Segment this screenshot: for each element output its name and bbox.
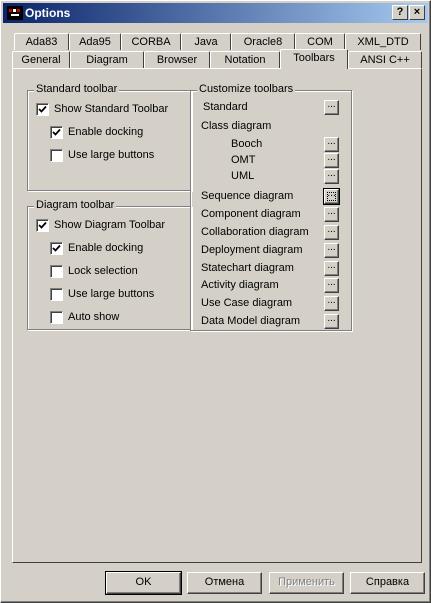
standard-toolbar-group: Standard toolbar Show Standard Toolbar E… [27,83,192,191]
component-row-label: Component diagram [201,208,301,220]
tab-toolbars[interactable]: Toolbars [280,49,348,69]
diagram-enable-docking-checkbox[interactable] [50,242,63,255]
apply-button[interactable]: Применить [269,572,344,594]
checkmark-icon [38,221,47,229]
class-diagram-label: Class diagram [201,120,272,132]
customize-toolbars-title: Customize toolbars [197,83,296,95]
tab-browser[interactable]: Browser [144,51,210,68]
cancel-button[interactable]: Отмена [187,572,262,594]
help-title-button[interactable]: ? [392,5,408,20]
customize-omt-button[interactable]: ... [324,153,339,168]
auto-show-checkbox[interactable] [50,311,63,324]
customize-toolbars-group: Customize toolbars Standard ... Class di… [190,83,352,331]
customize-uml-button[interactable]: ... [324,169,339,184]
standard-enable-docking-label: Enable docking [68,126,144,138]
tab-notation[interactable]: Notation [210,51,280,68]
tab-corba[interactable]: CORBA [121,33,181,50]
tab-diagram[interactable]: Diagram [70,51,144,68]
lock-selection-label: Lock selection [68,265,138,277]
checkmark-icon [38,105,47,113]
customize-booch-button[interactable]: ... [324,137,339,152]
datamodel-row-label: Data Model diagram [201,315,301,327]
diagram-toolbar-group: Diagram toolbar Show Diagram Toolbar Ena… [27,199,192,330]
customize-component-button[interactable]: ... [324,207,339,222]
tab-ada95[interactable]: Ada95 [69,33,121,50]
customize-statechart-button[interactable]: ... [324,261,339,276]
diagram-toolbar-title: Diagram toolbar [34,199,117,211]
show-diagram-toolbar-checkbox[interactable] [36,219,49,232]
uml-row-label: UML [231,170,255,182]
customize-sequence-button[interactable]: ... [323,188,340,205]
standard-enable-docking-checkbox[interactable] [50,126,63,139]
diagram-large-buttons-label: Use large buttons [68,288,155,300]
tab-ada83[interactable]: Ada83 [14,33,69,50]
diagram-enable-docking-label: Enable docking [68,242,144,254]
title-bar[interactable]: Options ? × [3,3,428,23]
window-title: Options [25,6,71,20]
auto-show-label: Auto show [68,311,120,323]
standard-large-buttons-checkbox[interactable] [50,149,63,162]
tab-xml-dtd[interactable]: XML_DTD [345,33,421,50]
collaboration-row-label: Collaboration diagram [201,226,309,238]
show-standard-toolbar-label: Show Standard Toolbar [54,103,169,115]
customize-deployment-button[interactable]: ... [324,243,339,258]
activity-row-label: Activity diagram [201,279,279,291]
standard-large-buttons-label: Use large buttons [68,149,155,161]
toolbars-tab-panel: Standard toolbar Show Standard Toolbar E… [12,68,422,563]
customize-activity-button[interactable]: ... [324,278,339,293]
tab-general[interactable]: General [12,51,70,68]
customize-usecase-button[interactable]: ... [324,296,339,311]
options-dialog: Options ? × Ada83 Ada95 CORBA Java Oracl… [0,0,431,603]
deployment-row-label: Deployment diagram [201,244,303,256]
standard-toolbar-title: Standard toolbar [34,83,120,95]
statechart-row-label: Statechart diagram [201,262,294,274]
standard-row-label: Standard [203,101,248,113]
lock-selection-checkbox[interactable] [50,265,63,278]
usecase-row-label: Use Case diagram [201,297,293,309]
customize-datamodel-button[interactable]: ... [324,314,339,329]
show-standard-toolbar-checkbox[interactable] [36,103,49,116]
show-diagram-toolbar-label: Show Diagram Toolbar [54,219,166,231]
diagram-large-buttons-checkbox[interactable] [50,288,63,301]
sequence-row-label: Sequence diagram [201,190,294,202]
help-button[interactable]: Справка [350,572,425,594]
tab-ansi-cpp[interactable]: ANSI C++ [348,51,422,68]
booch-row-label: Booch [231,138,263,150]
tab-java[interactable]: Java [181,33,231,50]
omt-row-label: OMT [231,154,256,166]
customize-standard-button[interactable]: ... [324,100,339,115]
tab-oracle8[interactable]: Oracle8 [231,33,295,50]
customize-collaboration-button[interactable]: ... [324,225,339,240]
checkmark-icon [52,128,61,136]
ok-button[interactable]: OK [105,571,182,595]
rose-app-icon [7,6,23,20]
tab-com[interactable]: COM [295,33,345,50]
close-title-button[interactable]: × [409,5,425,20]
checkmark-icon [52,244,61,252]
